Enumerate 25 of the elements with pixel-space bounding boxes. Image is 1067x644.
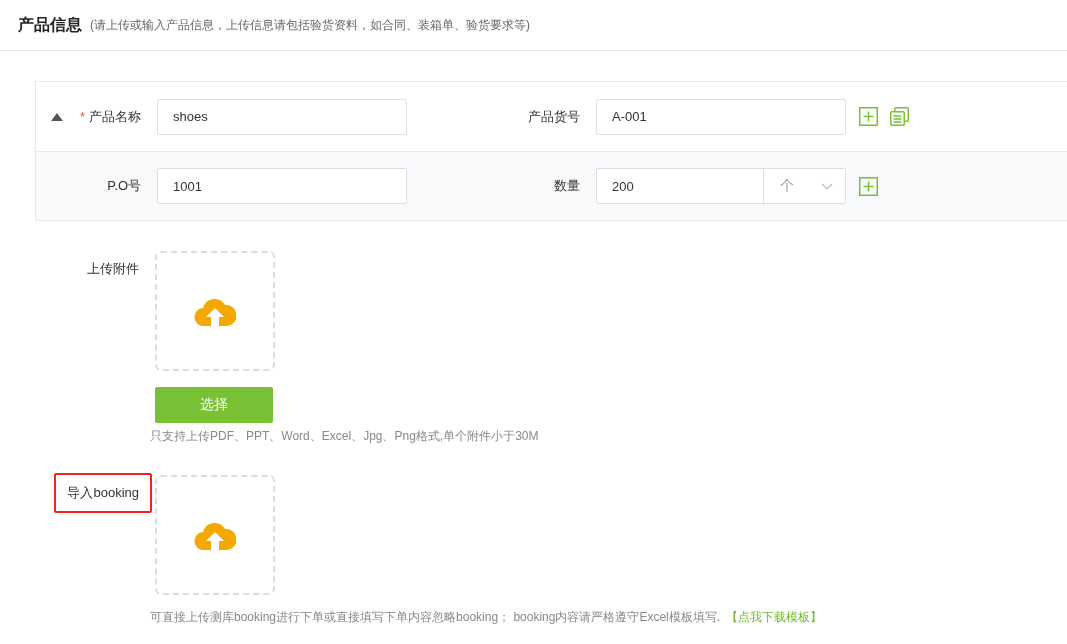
upload-hint: 只支持上传PDF、PPT、Word、Excel、Jpg、Png格式,单个附件小于30M — [150, 428, 539, 445]
cloud-upload-icon — [194, 296, 236, 326]
section-subtitle: (请上传或输入产品信息，上传信息请包括验货资料，如合同、装箱单、验货要求等) — [90, 16, 530, 34]
input-field[interactable]: A-001 — [596, 98, 846, 135]
section-title: 产品信息 — [18, 14, 82, 35]
input-field[interactable]: 1001 — [157, 168, 407, 204]
collapse-triangle-icon[interactable] — [51, 112, 63, 121]
copy-icon[interactable] — [890, 107, 909, 126]
required-mark: * — [79, 109, 85, 124]
add-icon[interactable] — [859, 176, 878, 196]
upload-label: 上传附件 — [86, 260, 140, 278]
field-label: 数量 — [554, 177, 580, 195]
add-icon[interactable] — [859, 107, 878, 126]
upload-label: 导入booking — [54, 473, 152, 513]
field-label: P.O号 — [107, 177, 141, 195]
field-label: 产品货号 — [528, 107, 580, 126]
upload-dropzone[interactable] — [155, 475, 275, 595]
upload-dropzone[interactable] — [155, 251, 275, 371]
quantity-input[interactable]: 200 — [597, 169, 763, 203]
field-label: 产品名称 — [89, 107, 141, 126]
input-field[interactable]: shoes — [157, 98, 407, 135]
cloud-upload-icon — [194, 520, 236, 550]
quantity-field[interactable]: 200 个 — [596, 168, 846, 204]
upload-hint: 可直接上传测库booking进行下单或直接填写下单内容忽略booking； booking内容请严格遵守Excel模板填写. 【点我下载模板】 — [150, 609, 823, 626]
chevron-down-icon[interactable] — [821, 182, 833, 190]
